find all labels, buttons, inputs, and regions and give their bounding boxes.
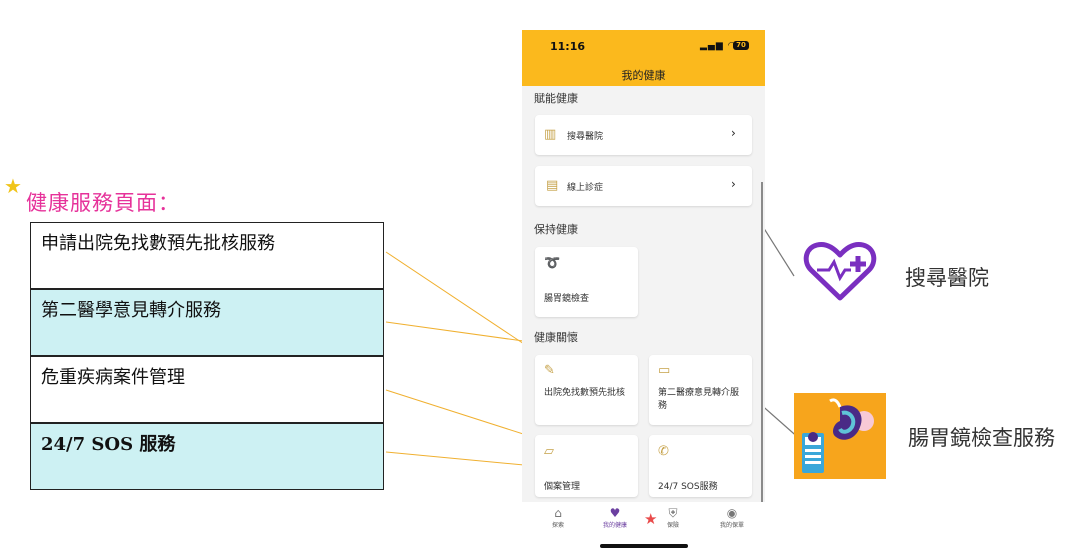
phone-call-icon: ✆: [658, 444, 669, 459]
tab-label: 探索: [551, 522, 564, 529]
card-endoscopy[interactable]: ➰ 腸胃鏡檢查: [535, 247, 638, 317]
card-label: 線上診症: [567, 183, 604, 193]
scrollbar[interactable]: [761, 182, 763, 502]
service-row-discharge: 申請出院免找數預先批核服務: [30, 222, 384, 289]
service-label: 24/7 SOS 服務: [41, 434, 176, 455]
card-discharge-approval[interactable]: ✎ 出院免找數預先批核: [535, 355, 638, 425]
form-edit-icon: ✎: [544, 363, 555, 378]
home-icon: ⌂: [554, 506, 562, 520]
card-label: 出院免找數預先批核: [544, 388, 626, 398]
star-icon: ★: [4, 174, 22, 198]
service-label: 危重疾病案件管理: [41, 367, 185, 388]
tab-my-policy[interactable]: ◉ 我的保單: [702, 506, 762, 529]
status-time: 11:16: [550, 40, 586, 53]
tab-explore[interactable]: ⌂ 探索: [528, 506, 588, 529]
section-label-empower: 賦能健康: [534, 92, 578, 105]
battery-icon: 70: [733, 41, 749, 50]
service-label: 申請出院免找數預先批核服務: [41, 233, 275, 254]
card-label: 第二醫療意見轉介服務: [658, 388, 740, 411]
hospital-icon: ▥: [544, 127, 557, 142]
card-label: 搜尋醫院: [567, 132, 604, 142]
label-search-hospital: 搜尋醫院: [905, 266, 989, 290]
service-row-sos: 24/7 SOS 服務: [30, 423, 384, 490]
card-label: 24/7 SOS服務: [658, 482, 718, 492]
endoscopy-icon: ➰: [544, 256, 561, 271]
service-row-second-opinion: 第二醫學意見轉介服務: [30, 289, 384, 356]
card-label: 個案管理: [544, 482, 581, 492]
folder-icon: ▱: [544, 444, 554, 459]
card-label: 腸胃鏡檢查: [544, 294, 590, 304]
chat-icon: ▭: [658, 363, 671, 378]
phone-screen: 11:16 ▂▄▆ ◠ 70 我的健康 賦能健康 ▥ 搜尋醫院 › ▤ 線上診症…: [522, 30, 765, 550]
heart-plus-icon: [803, 242, 877, 301]
section-label-maintain: 保持健康: [534, 223, 578, 236]
service-label: 第二醫學意見轉介服務: [41, 300, 221, 321]
card-sos-service[interactable]: ✆ 24/7 SOS服務: [649, 435, 752, 497]
tab-my-health[interactable]: ♥ 我的健康: [585, 506, 645, 529]
label-endoscopy-service: 腸胃鏡檢查服務: [908, 426, 1055, 450]
service-row-case-management: 危重疾病案件管理: [30, 356, 384, 423]
endoscopy-illustration: [794, 393, 886, 479]
user-icon: ◉: [726, 506, 738, 520]
card-second-opinion[interactable]: ▭ 第二醫療意見轉介服務: [649, 355, 752, 425]
service-table: 申請出院免找數預先批核服務 第二醫學意見轉介服務 危重疾病案件管理 24/7 S…: [30, 222, 386, 492]
page-title: 我的健康: [621, 69, 666, 82]
section-label-care: 健康關懷: [534, 331, 578, 344]
tab-label: 我的健康: [602, 522, 627, 529]
heart-icon: ♥: [609, 506, 621, 520]
chevron-right-icon: ›: [731, 126, 736, 140]
card-online-consult[interactable]: ▤ 線上診症 ›: [535, 166, 752, 206]
star-icon: ★: [644, 510, 658, 528]
card-case-management[interactable]: ▱ 個案管理: [535, 435, 638, 497]
online-consult-icon: ▤: [546, 178, 559, 193]
card-search-hospital[interactable]: ▥ 搜尋醫院 ›: [535, 115, 752, 155]
signal-wifi-icon: ▂▄▆ ◠: [700, 41, 737, 51]
annotation-title: 健康服務頁面：: [26, 191, 180, 215]
tab-label: 我的保單: [719, 522, 744, 529]
chevron-right-icon: ›: [731, 177, 736, 191]
home-indicator[interactable]: [600, 544, 688, 548]
